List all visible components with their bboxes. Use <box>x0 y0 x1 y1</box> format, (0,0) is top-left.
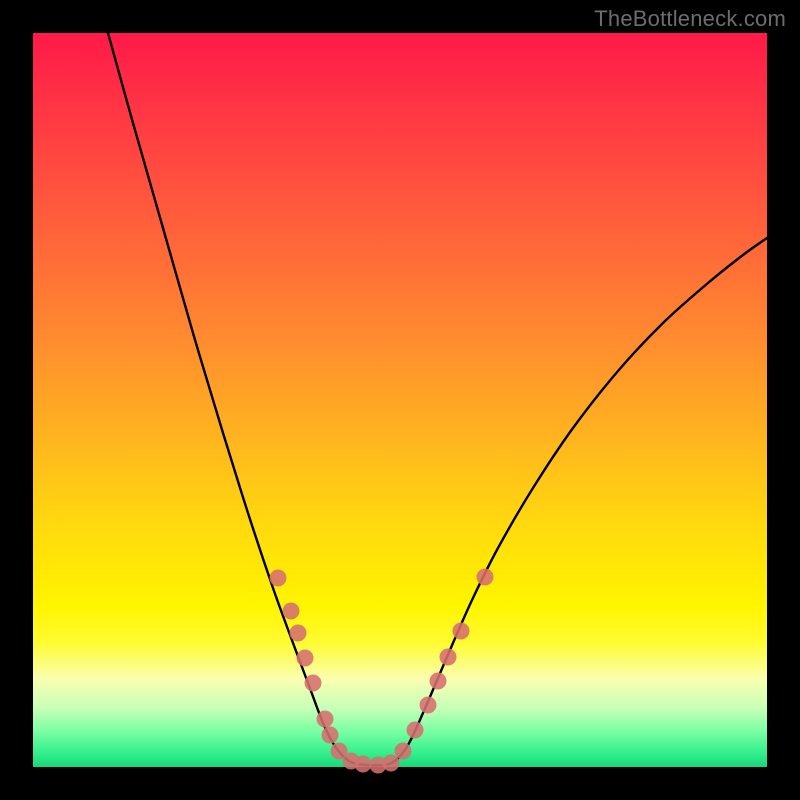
marker-dot <box>440 649 457 666</box>
watermark-text: TheBottleneck.com <box>594 6 786 32</box>
bottleneck-curve <box>108 33 767 765</box>
plot-area <box>33 33 767 767</box>
marker-dot <box>317 711 334 728</box>
marker-dot <box>420 697 437 714</box>
bottleneck-curve-svg <box>33 33 767 767</box>
chart-frame: TheBottleneck.com <box>0 0 800 800</box>
marker-dot <box>270 570 287 587</box>
marker-dot <box>297 650 314 667</box>
marker-dot <box>430 673 447 690</box>
marker-dot <box>407 722 424 739</box>
marker-dot <box>290 625 307 642</box>
marker-dot <box>477 569 494 586</box>
marker-dot <box>305 675 322 692</box>
marker-dot <box>383 755 400 772</box>
marker-dot <box>453 623 470 640</box>
marker-dot <box>283 603 300 620</box>
marker-dot <box>355 756 372 773</box>
marker-dot <box>395 743 412 760</box>
marker-dot <box>322 727 339 744</box>
